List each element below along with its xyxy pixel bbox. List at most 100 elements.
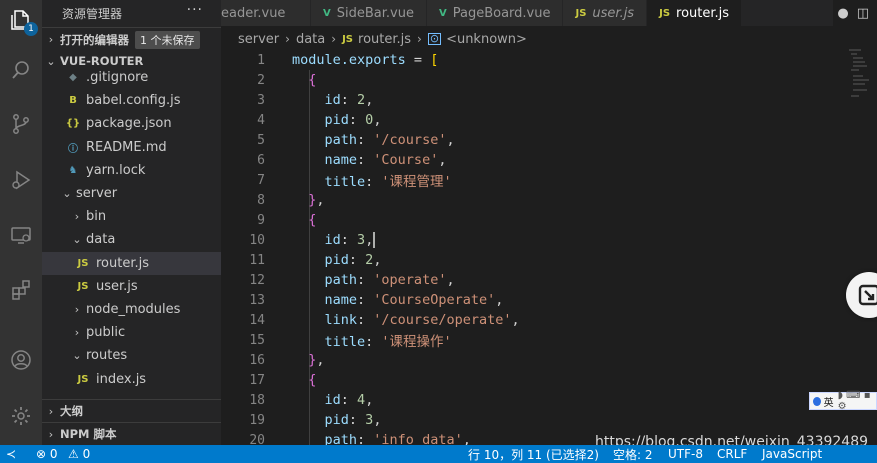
npm-scripts-section[interactable]: › NPM 脚本 bbox=[42, 422, 221, 445]
file-type-icon: ♞ bbox=[68, 164, 78, 176]
file-type-icon: {} bbox=[65, 118, 81, 130]
cursor-position[interactable]: 行 10，列 11 (已选择2) bbox=[468, 445, 599, 463]
unsaved-dot-icon[interactable]: ● bbox=[837, 6, 848, 21]
tree-file[interactable]: JS index.js bbox=[42, 367, 221, 390]
tree-folder[interactable]: › bin bbox=[42, 205, 221, 228]
breadcrumb-symbol[interactable]: <unknown> bbox=[446, 32, 527, 47]
language-mode[interactable]: JavaScript bbox=[762, 445, 822, 463]
tab-label: SideBar.vue bbox=[336, 5, 414, 21]
tree-file[interactable]: ♞ yarn.lock bbox=[42, 159, 221, 182]
remote-indicator[interactable]: ≺ bbox=[6, 445, 16, 463]
run-debug-icon[interactable] bbox=[0, 160, 42, 200]
more-actions-button[interactable]: ··· bbox=[187, 2, 203, 18]
tree-folder[interactable]: ⌄ data bbox=[42, 228, 221, 251]
code-line: 11 pid: 2, bbox=[221, 250, 877, 270]
warnings-count[interactable]: ⚠ 0 bbox=[68, 445, 90, 463]
tree-file[interactable]: Bbabel.config.js bbox=[42, 89, 221, 112]
code-token: 'Course' bbox=[373, 152, 439, 168]
tree-file[interactable]: JS user.js bbox=[42, 275, 221, 298]
editor-tab[interactable]: V PageBoard.vue bbox=[426, 0, 564, 26]
code-token: : bbox=[340, 392, 358, 408]
breadcrumb-server[interactable]: server bbox=[238, 32, 279, 47]
tree-item-label: server bbox=[76, 186, 118, 202]
tree-folder[interactable]: › node_modules bbox=[42, 298, 221, 321]
chevron-right-icon: › bbox=[74, 302, 80, 316]
code-token: , bbox=[373, 252, 382, 268]
line-number: 2 bbox=[257, 72, 265, 88]
extensions-icon[interactable] bbox=[0, 270, 42, 310]
breadcrumb-file[interactable]: router.js bbox=[358, 32, 411, 47]
tree-file[interactable]: ◆ .gitignore bbox=[42, 66, 221, 89]
code-token: , bbox=[446, 272, 455, 288]
end-of-line[interactable]: CRLF bbox=[717, 445, 747, 463]
code-line: 17 { bbox=[221, 370, 877, 390]
editor-tab[interactable]: V SideBar.vue bbox=[311, 0, 427, 26]
outline-section[interactable]: › 大纲 bbox=[42, 399, 221, 422]
file-type-icon: JS bbox=[77, 257, 89, 269]
code-token: , bbox=[462, 432, 471, 445]
code-line: 10 id: 3, bbox=[221, 230, 877, 250]
code-text: module.exports = [ bbox=[292, 52, 438, 68]
code-text: id: 3, bbox=[292, 232, 376, 248]
vue-file-icon: V bbox=[323, 7, 331, 19]
code-token: id bbox=[292, 392, 341, 408]
open-editors-section[interactable]: › 打开的编辑器 1 个未保存 bbox=[42, 27, 221, 51]
code-line: 5 path: '/course', bbox=[221, 130, 877, 150]
code-token: : bbox=[348, 412, 366, 428]
tree-item-label: babel.config.js bbox=[86, 93, 181, 109]
chevron-right-icon: › bbox=[48, 404, 54, 418]
source-control-icon[interactable] bbox=[0, 104, 42, 144]
settings-icon[interactable] bbox=[0, 396, 42, 436]
code-token: , bbox=[495, 292, 504, 308]
tree-folder[interactable]: › public bbox=[42, 321, 221, 344]
account-icon[interactable] bbox=[0, 340, 42, 380]
errors-count[interactable]: ⊗ 0 bbox=[36, 445, 58, 463]
line-number: 5 bbox=[257, 132, 265, 148]
js-file-icon: JS bbox=[659, 7, 671, 19]
tree-folder[interactable]: ⌄ routes bbox=[42, 344, 221, 367]
indentation[interactable]: 空格: 2 bbox=[613, 445, 653, 463]
file-tree: ◆ .gitignore Bbabel.config.js {} package.jso… bbox=[42, 66, 221, 395]
ime-moon-icon: ◗ ⌨ ▪ ⚙ bbox=[837, 390, 871, 412]
editor-tabs: Veader.vue V SideBar.vue V PageBoard.vue JS us… bbox=[221, 0, 877, 26]
activity-bar: 1 bbox=[0, 0, 42, 445]
code-token: '/course/operate' bbox=[373, 312, 512, 328]
code-token: '课程操作' bbox=[381, 334, 452, 350]
code-text: title: '课程管理' bbox=[292, 170, 452, 190]
explorer-sidebar: 资源管理器 ··· › 打开的编辑器 1 个未保存 ⌄ VUE-ROUTER ◆… bbox=[42, 0, 221, 445]
tree-folder[interactable]: ›views bbox=[42, 391, 221, 396]
encoding[interactable]: UTF-8 bbox=[668, 445, 703, 463]
tree-folder[interactable]: ⌄ server bbox=[42, 182, 221, 205]
tree-item-label: public bbox=[86, 325, 126, 341]
remote-explorer-icon[interactable] bbox=[0, 215, 42, 255]
tree-item-label: index.js bbox=[96, 371, 147, 387]
text-cursor bbox=[373, 232, 376, 248]
editor-tab[interactable]: JS user.js bbox=[563, 0, 648, 26]
status-bar: ≺ ⊗ 0 ⚠ 0 行 10，列 11 (已选择2) 空格: 2 UTF-8 C… bbox=[0, 445, 877, 463]
code-token: { bbox=[308, 212, 317, 228]
minimap[interactable] bbox=[829, 46, 877, 106]
search-icon[interactable] bbox=[0, 50, 42, 90]
js-file-icon: JS bbox=[342, 33, 354, 45]
line-number: 19 bbox=[249, 412, 265, 428]
screen-capture-icon bbox=[858, 284, 877, 306]
file-type-icon: JS bbox=[77, 373, 89, 385]
tree-file[interactable]: JS router.js bbox=[42, 251, 221, 275]
code-editor[interactable]: 1 module.exports = [2 {3 id: 2, 4 pid: 0, 5… bbox=[221, 50, 877, 445]
code-text: id: 2, bbox=[292, 92, 374, 108]
editor-tab[interactable]: Veader.vue bbox=[221, 0, 311, 26]
code-token: : bbox=[340, 92, 358, 108]
tree-item-label: bin bbox=[86, 209, 107, 225]
code-text: name: 'Course', bbox=[292, 152, 447, 168]
tree-file[interactable]: {} package.json bbox=[42, 112, 221, 135]
ime-indicator[interactable]: 英 ◗ ⌨ ▪ ⚙ bbox=[809, 390, 877, 412]
tree-file[interactable]: ⓘ README.md bbox=[42, 136, 221, 159]
explorer-icon[interactable]: 1 bbox=[0, 0, 42, 40]
line-number: 7 bbox=[257, 172, 265, 188]
breadcrumb-data[interactable]: data bbox=[296, 32, 325, 47]
code-line: 18 id: 4, bbox=[221, 390, 877, 410]
editor-tab[interactable]: JS router.js bbox=[647, 0, 743, 26]
tree-item-label: .gitignore bbox=[86, 70, 149, 86]
split-editor-icon[interactable]: ◫ bbox=[857, 6, 869, 21]
